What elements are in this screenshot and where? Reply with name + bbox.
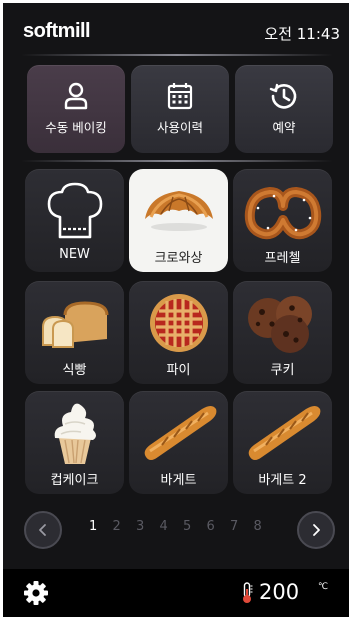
prev-page-button[interactable] [24,511,62,549]
reservation-button[interactable]: 예약 [235,65,333,153]
chef-hat-icon [25,177,124,245]
baguette-icon [129,399,228,467]
recipe-tile-baguette-2[interactable]: 바게트 2 [233,391,332,494]
page-indicator: 1 2 3 4 5 6 7 8 [89,519,277,539]
page-number[interactable]: 1 [89,519,113,539]
pretzel-icon [233,177,332,245]
recipe-label: 바게트 2 [258,473,307,488]
recipe-tile-cookie[interactable]: 쿠키 [233,281,332,384]
recipe-tile-new[interactable]: NEW [25,169,124,272]
app-screen: softmill 오전 11:43 수동 베이킹 사용이력 예약 NEW 크로와… [3,3,349,617]
recipe-tile-bread[interactable]: 식빵 [25,281,124,384]
brand-logo: softmill [23,20,91,42]
recipe-label: NEW [59,247,90,262]
recipe-tile-pie[interactable]: 파이 [129,281,228,384]
manual-baking-label: 수동 베이킹 [45,120,107,135]
usage-history-button[interactable]: 사용이력 [131,65,229,153]
recipe-label: 파이 [166,363,191,378]
chevron-left-icon [39,524,46,536]
recipe-label: 크로와상 [154,251,203,266]
recipe-tile-cupcake[interactable]: 컵케이크 [25,391,124,494]
section-divider [21,160,333,162]
history-clock-icon [235,81,333,111]
next-page-button[interactable] [297,511,335,549]
temperature-value: 200 [259,580,300,604]
thermometer-icon [243,582,253,603]
reservation-label: 예약 [272,120,296,135]
footer: 200 ℃ [3,569,349,617]
page-number[interactable]: 3 [136,519,160,539]
clock: 오전 11:43 [264,25,340,43]
page-number[interactable]: 6 [207,519,231,539]
recipe-tile-croissant[interactable]: 크로와상 [129,169,228,272]
cupcake-icon [25,399,124,467]
page-number[interactable]: 5 [183,519,207,539]
header: softmill 오전 11:43 [3,3,349,59]
recipe-label: 쿠키 [270,363,295,378]
usage-history-label: 사용이력 [156,120,203,135]
calendar-icon [131,81,229,111]
page-number[interactable]: 7 [230,519,254,539]
recipe-label: 식빵 [62,363,87,378]
pie-icon [129,289,228,357]
page-number[interactable]: 2 [113,519,137,539]
manual-baking-button[interactable]: 수동 베이킹 [27,65,125,153]
baguette-icon [233,399,332,467]
cookie-icon [233,289,332,357]
recipe-label: 바게트 [160,473,197,488]
gear-icon[interactable] [23,580,49,606]
recipe-tile-pretzel[interactable]: 프레첼 [233,169,332,272]
pager: 1 2 3 4 5 6 7 8 [3,508,349,549]
recipe-tile-baguette[interactable]: 바게트 [129,391,228,494]
temperature-unit: ℃ [318,582,329,592]
recipe-label: 프레첼 [264,251,301,266]
header-divider [21,54,333,56]
page-number[interactable]: 4 [160,519,184,539]
croissant-icon [129,177,228,245]
person-icon [27,81,125,111]
chevron-right-icon [313,524,320,536]
recipe-label: 컵케이크 [50,473,99,488]
bread-loaf-icon [25,289,124,357]
page-number[interactable]: 8 [254,519,278,539]
